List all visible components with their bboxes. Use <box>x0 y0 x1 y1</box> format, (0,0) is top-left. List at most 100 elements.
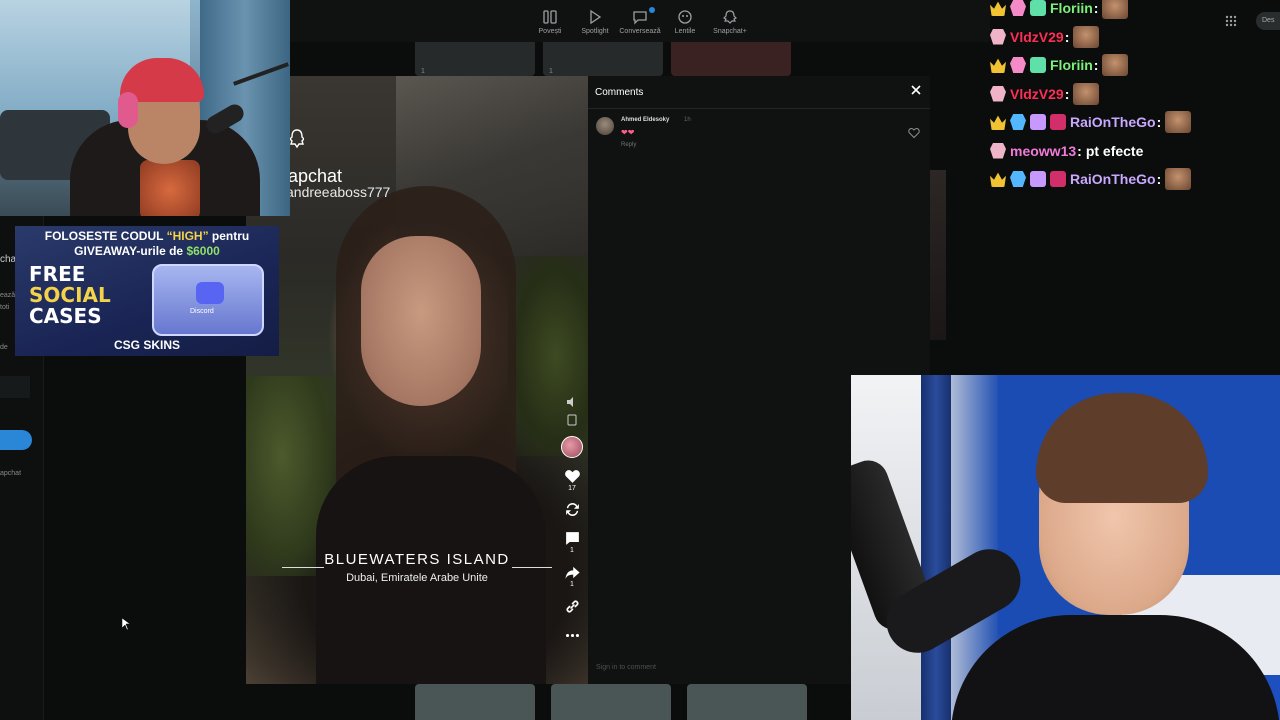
sponsor-free: FREE <box>29 262 86 286</box>
stream-chat: Floriin: VldzV29: Floriin: VldzV29: RaiOnThe… <box>990 0 1250 200</box>
sponsor-social: SOCIAL <box>29 283 111 307</box>
stories-icon <box>543 10 557 24</box>
comment-text: ❤❤ <box>621 128 635 137</box>
chat-emote-icon <box>1073 25 1100 48</box>
nav-stories[interactable]: Povești <box>528 0 573 42</box>
chat-username[interactable]: VldzV29 <box>1010 29 1064 45</box>
chat-username[interactable]: Floriin <box>1050 0 1093 16</box>
gift-badge-icon <box>1030 57 1046 73</box>
comment-like-icon[interactable] <box>908 127 920 139</box>
alien-blue-badge-icon <box>1010 114 1026 130</box>
comment-author[interactable]: Ahmed Eldesoky <box>621 117 669 123</box>
share-arrow-icon <box>564 566 580 579</box>
share-button[interactable]: 1 <box>564 564 581 588</box>
mouse-cursor-icon <box>122 618 130 630</box>
guest-webcam <box>851 375 1280 720</box>
comment-reply-button[interactable]: Reply <box>621 142 636 148</box>
crown-badge-icon <box>990 58 1006 73</box>
thumbnail[interactable]: 1 <box>415 42 535 76</box>
close-icon[interactable] <box>910 84 922 96</box>
sidebar-text: de <box>0 344 8 351</box>
chat-emote-icon <box>1073 82 1100 105</box>
chat-username[interactable]: RaiOnTheGo <box>1070 114 1156 130</box>
sponsor-case-image: Discord <box>152 264 264 336</box>
sponsor-line2: GIVEAWAY-urile de $6000 <box>15 244 279 258</box>
sidebar-login-button[interactable] <box>0 430 32 450</box>
location-title: BLUEWATERS ISLAND <box>324 551 510 568</box>
chat-username[interactable]: VldzV29 <box>1010 86 1064 102</box>
story-body <box>316 456 546 684</box>
chat-badge <box>648 7 655 13</box>
thumbnail[interactable] <box>687 684 807 720</box>
thumbnail-row-bottom <box>415 684 855 720</box>
chat-username[interactable]: Floriin <box>1050 57 1093 73</box>
chat-username[interactable]: RaiOnTheGo <box>1070 171 1156 187</box>
sidebar-text: ează <box>0 292 16 299</box>
story-viewer[interactable]: apchat andreeaboss777 BLUEWATERS ISLAND … <box>246 76 588 684</box>
chat-separator: : <box>1077 142 1082 159</box>
comment-button[interactable]: 1 <box>564 530 581 554</box>
sponsor-case-label: Discord <box>190 308 214 315</box>
save-icon[interactable] <box>566 414 578 426</box>
desktop-button[interactable]: Des <box>1256 12 1280 30</box>
nav-lenses[interactable]: Lentile <box>663 0 708 42</box>
remix-button[interactable] <box>564 501 581 518</box>
top-nav: Povești Spotlight Conversează Lentile Sn… <box>290 0 990 42</box>
gift-badge-icon <box>1030 0 1046 16</box>
chat-icon <box>633 11 647 25</box>
chat-separator: : <box>1064 28 1070 45</box>
action-rail: 17 1 1 <box>555 390 589 644</box>
nav-chat[interactable]: Conversează <box>618 0 663 42</box>
sponsor-line1: FOLOSESTE CODUL “HIGH” pentru <box>15 229 279 243</box>
comment-count: 1 <box>570 547 574 554</box>
chat-message: meoww13: pt efecte <box>990 140 1143 162</box>
play-icon <box>590 9 602 25</box>
creator-avatar[interactable] <box>561 436 583 458</box>
heart-icon <box>564 470 580 483</box>
chat-username[interactable]: meoww13 <box>1010 143 1076 159</box>
more-button[interactable] <box>564 627 581 644</box>
chat-separator: : <box>1064 85 1070 102</box>
nav-snapchat-plus[interactable]: Snapchat+ <box>708 0 753 42</box>
thumbnail[interactable] <box>415 684 535 720</box>
thumbnail[interactable] <box>551 684 671 720</box>
chat-emote-icon <box>1165 111 1192 133</box>
lens-icon <box>678 10 692 24</box>
copy-link-button[interactable] <box>564 598 581 615</box>
sound-icon[interactable] <box>566 396 578 408</box>
link-icon <box>566 600 578 613</box>
thumbnail[interactable]: 1 <box>543 42 663 76</box>
sponsor-amount: $6000 <box>186 244 220 258</box>
nav-snapchat-plus-label: Snapchat+ <box>713 28 747 35</box>
gift-purple-badge-icon <box>1030 114 1046 130</box>
chat-message: VldzV29: <box>990 25 1100 48</box>
nav-spotlight[interactable]: Spotlight <box>573 0 618 42</box>
chat-emote-icon <box>1165 168 1192 190</box>
sponsor-cases: CASES <box>29 304 102 328</box>
chat-separator: : <box>1093 57 1099 73</box>
webcam-shirt-print <box>140 160 200 216</box>
chat-message: RaiOnTheGo: <box>990 168 1192 190</box>
alien-grey-badge-icon <box>990 142 1006 159</box>
thumbnail-label: 1 <box>549 68 553 75</box>
chat-separator: : <box>1093 0 1099 16</box>
like-count: 17 <box>568 485 576 492</box>
share-count: 1 <box>570 581 574 588</box>
nav-lenses-label: Lentile <box>674 28 696 35</box>
sponsor-brand: CSG SKINS <box>113 338 180 352</box>
chat-emote-icon <box>1102 54 1129 76</box>
chat-message: RaiOnTheGo: <box>990 111 1192 133</box>
thumbnail-label: 1 <box>421 68 425 75</box>
nav-stories-label: Povești <box>538 28 562 35</box>
sidebar-text: toti <box>0 304 10 311</box>
like-button[interactable]: 17 <box>564 468 581 492</box>
hype-badge-icon <box>1050 171 1066 187</box>
snapchat-ghost-icon <box>290 129 304 149</box>
comments-title: Comments <box>595 87 644 98</box>
thumbnail[interactable] <box>671 42 791 76</box>
comment-input[interactable]: Sign in to comment <box>596 659 851 677</box>
screen: Povești Spotlight Conversează Lentile Sn… <box>0 0 1280 720</box>
sidebar-block <box>0 376 30 398</box>
more-dots-icon <box>565 633 579 638</box>
comment-avatar[interactable] <box>596 117 614 135</box>
